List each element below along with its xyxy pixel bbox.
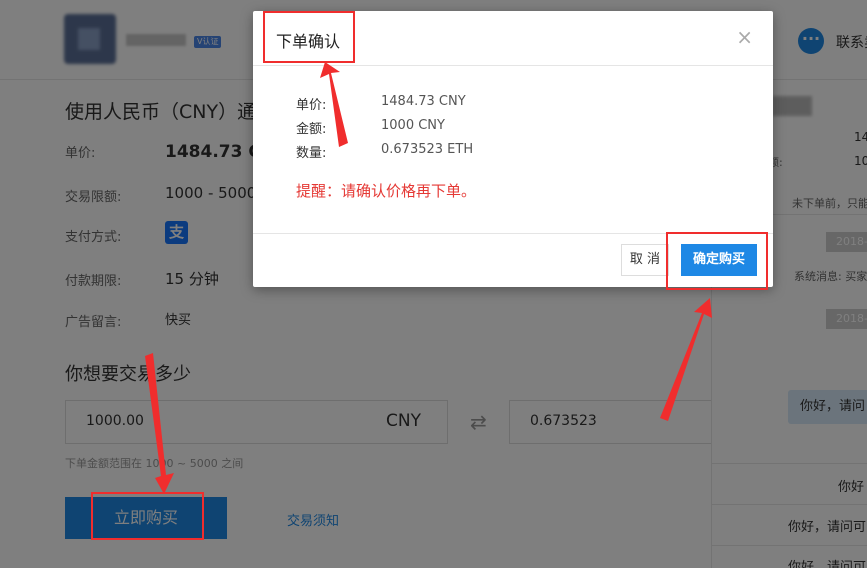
arrow-to-buy [145,353,174,494]
annotation-arrows [145,62,712,494]
arrow-to-confirm [660,298,712,421]
arrow-to-title [320,62,348,147]
